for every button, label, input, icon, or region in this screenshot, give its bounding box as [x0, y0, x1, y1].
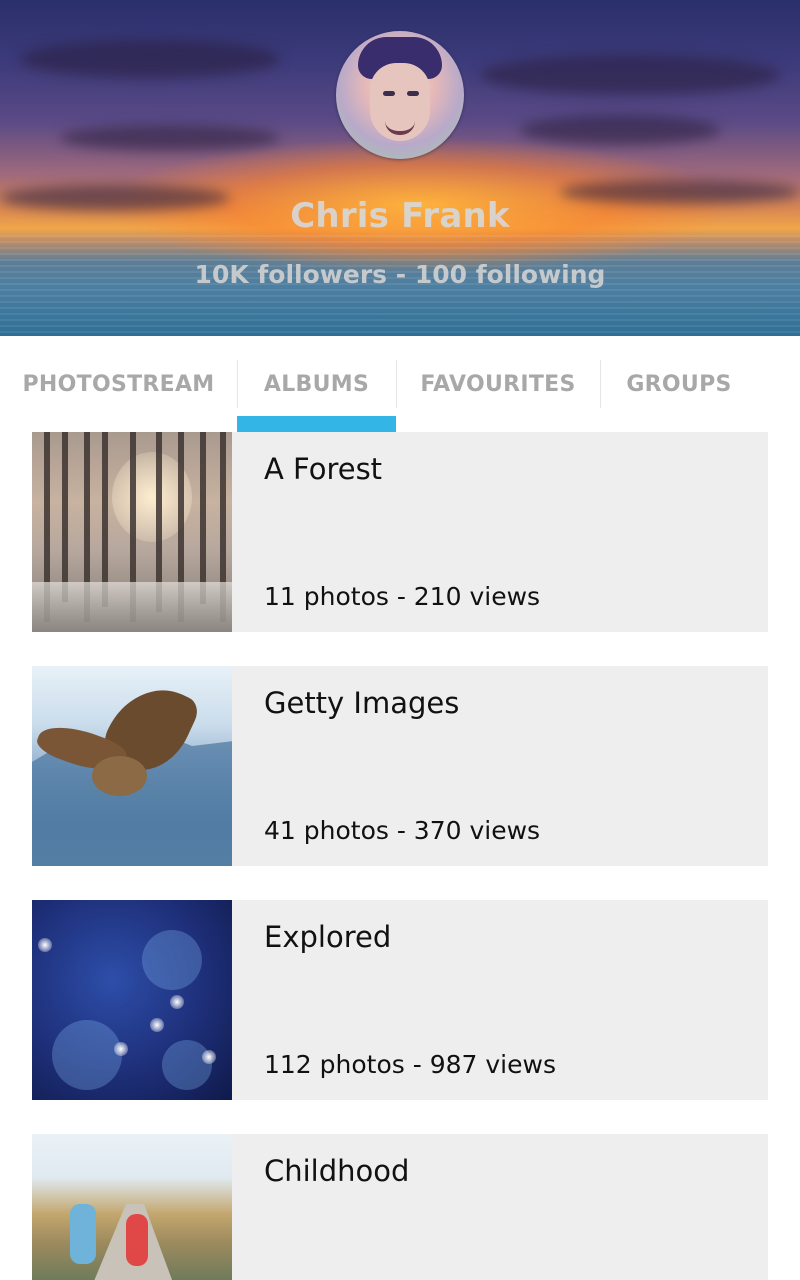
child-figure [126, 1214, 148, 1266]
profile-stats: 10K followers - 100 following [194, 260, 606, 289]
avatar-eye [383, 91, 395, 96]
album-card[interactable]: Childhood [32, 1134, 768, 1280]
bokeh [52, 1020, 122, 1090]
album-info: Getty Images 41 photos - 370 views [232, 666, 768, 866]
cover-cloud [520, 115, 720, 145]
album-thumbnail-owl [32, 666, 232, 866]
bokeh [142, 930, 202, 990]
dandelion-seed [114, 1042, 128, 1056]
owl-body [92, 756, 147, 796]
album-title: Childhood [264, 1154, 410, 1188]
album-thumbnail-dandelion [32, 900, 232, 1100]
tab-groups[interactable]: GROUPS [600, 336, 758, 432]
album-info: A Forest 11 photos - 210 views [232, 432, 768, 632]
dandelion-seed [38, 938, 52, 952]
album-card[interactable]: Explored 112 photos - 987 views [32, 900, 768, 1100]
album-meta: 41 photos - 370 views [264, 816, 541, 845]
snowy-ground [32, 582, 232, 632]
cover-cloud [20, 40, 280, 78]
profile-cover: Chris Frank 10K followers - 100 followin… [0, 0, 800, 336]
album-thumbnail-forest [32, 432, 232, 632]
child-figure [70, 1204, 96, 1264]
bokeh [162, 1040, 212, 1090]
album-title: Explored [264, 920, 392, 954]
tree-trunk [102, 432, 108, 607]
dandelion-seed [170, 995, 184, 1009]
avatar[interactable] [336, 31, 464, 159]
album-thumbnail-childhood [32, 1134, 232, 1280]
cover-cloud [60, 125, 280, 151]
owl-icon [33, 672, 203, 806]
tab-selected-indicator [237, 416, 396, 432]
dandelion-seed [150, 1018, 164, 1032]
avatar-eye [407, 91, 419, 96]
tab-photostream[interactable]: PHOTOSTREAM [0, 336, 237, 432]
tab-bar: PHOTOSTREAM ALBUMS FAVOURITES GROUPS [0, 336, 800, 432]
tree-trunk [62, 432, 68, 602]
cover-cloud [480, 55, 780, 95]
album-title: Getty Images [264, 686, 460, 720]
album-title: A Forest [264, 452, 383, 486]
album-meta: 112 photos - 987 views [264, 1050, 556, 1079]
album-meta: 11 photos - 210 views [264, 582, 541, 611]
dandelion-seed [202, 1050, 216, 1064]
tree-trunk [200, 432, 206, 604]
album-info: Explored 112 photos - 987 views [232, 900, 768, 1100]
album-card[interactable]: Getty Images 41 photos - 370 views [32, 666, 768, 866]
album-info: Childhood [232, 1134, 768, 1280]
album-card[interactable]: A Forest 11 photos - 210 views [32, 432, 768, 632]
profile-name: Chris Frank [290, 196, 510, 236]
tab-favourites[interactable]: FAVOURITES [396, 336, 600, 432]
